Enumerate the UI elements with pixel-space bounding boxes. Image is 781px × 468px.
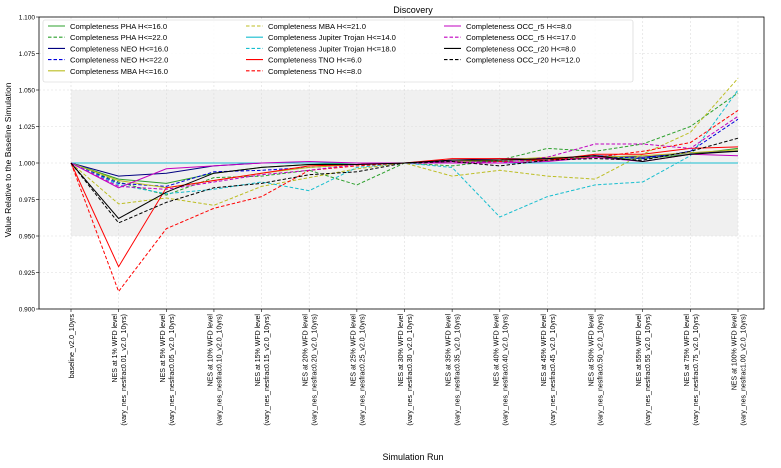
x-tick-label: NES at 30% WFD level	[398, 314, 405, 387]
legend-label: Completeness PHA H<=16.0	[70, 22, 167, 31]
y-tick-label: 1.025	[19, 124, 36, 131]
x-axis-label: Simulation Run	[382, 452, 443, 462]
x-tick-label: (vary_nes_nesfrac0.45_v2.0_10yrs)	[550, 314, 557, 426]
y-tick-label: 1.000	[19, 161, 36, 168]
discovery-chart: Discovery 0.900 0.925 0.950 0.975 1.000 1.025…	[3, 5, 765, 462]
legend-label: Completeness OCC_r20 H<=12.0	[466, 56, 580, 65]
x-tick-label: NES at 100% WFD level	[732, 314, 739, 391]
x-tick-label: NES at 10% WFD level	[207, 314, 214, 387]
y-tick-label: 0.900	[19, 307, 36, 314]
x-tick-label: NES at 40% WFD level	[493, 314, 500, 387]
x-tick-label: NES at 20% WFD level	[303, 314, 310, 387]
x-tick-label: (vary_nes_nesfrac0.20_v2.0_10yrs)	[312, 314, 319, 426]
y-tick-label: 1.075	[19, 51, 36, 58]
x-tick-label: NES at 45% WFD level	[541, 314, 548, 387]
x-tick-label: (vary_nes_nesfrac0.01_v2.0_10yrs)	[121, 314, 128, 426]
legend-label: Completeness OCC_r20 H<=8.0	[466, 44, 576, 53]
x-axis: baseline_v2.0_10yrs NES at 1% WFD level (v…	[69, 309, 748, 426]
x-tick-label: (vary_nes_nesfrac0.15_v2.0_10yrs)	[264, 314, 271, 426]
x-tick-label: (vary_nes_nesfrac0.50_v2.0_10yrs)	[598, 314, 605, 426]
legend-label: Completeness TNO H<=6.0	[268, 56, 362, 65]
x-tick-label: NES at 5% WFD level	[160, 314, 167, 383]
chart-title: Discovery	[393, 5, 433, 15]
y-tick-label: 0.975	[19, 197, 36, 204]
x-tick-label: NES at 35% WFD level	[446, 314, 453, 387]
y-tick-label: 0.950	[19, 234, 36, 241]
legend-label: Completeness OCC_r5 H<=17.0	[466, 33, 576, 42]
x-tick-label: (vary_nes_nesfrac0.10_v2.0_10yrs)	[216, 314, 223, 426]
legend-label: Completeness NEO H<=22.0	[70, 56, 168, 65]
legend-label: Completeness PHA H<=22.0	[70, 33, 167, 42]
x-tick-label: baseline_v2.0_10yrs	[69, 314, 76, 379]
y-tick-label: 1.050	[19, 88, 36, 95]
x-tick-label: NES at 1% WFD level	[112, 314, 119, 383]
legend-label: Completeness MBA H<=21.0	[268, 22, 366, 31]
y-axis: 0.900 0.925 0.950 0.975 1.000 1.025 1.050 1.075…	[19, 15, 39, 314]
x-tick-label: (vary_nes_nesfrac0.75_v2.0_10yrs)	[693, 314, 700, 426]
legend-label: Completeness NEO H<=16.0	[70, 44, 168, 53]
legend-label: Completeness Jupiter Trojan H<=14.0	[268, 33, 396, 42]
x-tick-label: (vary_nes_nesfrac0.30_v2.0_10yrs)	[407, 314, 414, 426]
x-tick-label: (vary_nes_nesfrac0.55_v2.0_10yrs)	[645, 314, 652, 426]
legend-label: Completeness MBA H<=16.0	[70, 67, 168, 76]
x-tick-label: (vary_nes_nesfrac0.25_v2.0_10yrs)	[359, 314, 366, 426]
y-axis-label: Value Relative to the Baseline Simulatio…	[3, 82, 13, 237]
x-tick-label: (vary_nes_nesfrac0.35_v2.0_10yrs)	[455, 314, 462, 426]
x-tick-label: (vary_nes_nesfrac0.05_v2.0_10yrs)	[169, 314, 176, 426]
x-tick-label: NES at 50% WFD level	[589, 314, 596, 387]
legend-label: Completeness TNO H<=8.0	[268, 67, 362, 76]
x-tick-label: (vary_nes_nesfrac1.00_v2.0_10yrs)	[741, 314, 748, 426]
y-tick-label: 1.100	[19, 15, 36, 22]
legend-label: Completeness OCC_r5 H<=8.0	[466, 22, 572, 31]
legend: Completeness PHA H<=16.0 Completeness PHA…	[42, 19, 634, 83]
legend-label: Completeness Jupiter Trojan H<=18.0	[268, 44, 396, 53]
x-tick-label: NES at 55% WFD level	[636, 314, 643, 387]
x-tick-label: NES at 25% WFD level	[350, 314, 357, 387]
x-tick-label: NES at 15% WFD level	[255, 314, 262, 387]
x-tick-label: (vary_nes_nesfrac0.40_v2.0_10yrs)	[502, 314, 509, 426]
y-tick-label: 0.925	[19, 270, 36, 277]
x-tick-label: NES at 75% WFD level	[684, 314, 691, 387]
